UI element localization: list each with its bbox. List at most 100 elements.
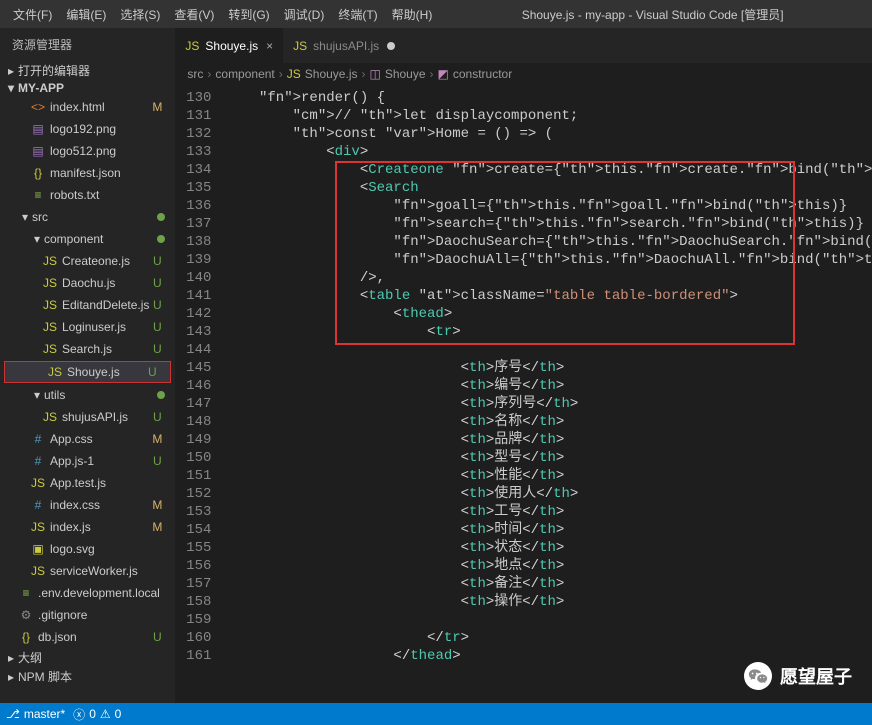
code-line[interactable]: <th>工号</th> xyxy=(225,503,872,521)
code-line[interactable]: "th">const "var">Home = () => ( xyxy=(225,125,872,143)
code-line[interactable]: <th>编号</th> xyxy=(225,377,872,395)
code-line[interactable]: "fn">DaochuSearch={"th">this."fn">Daochu… xyxy=(225,233,872,251)
menu-item[interactable]: 查看(V) xyxy=(167,8,221,22)
folder-item[interactable]: ▾src xyxy=(0,206,175,228)
file-item[interactable]: JSDaochu.jsU xyxy=(0,272,175,294)
file-item[interactable]: ▤logo512.png xyxy=(0,140,175,162)
code-line[interactable]: "fn">DaochuAll={"th">this."fn">DaochuAll… xyxy=(225,251,872,269)
code-line[interactable]: <th>性能</th> xyxy=(225,467,872,485)
line-number: 159 xyxy=(175,611,225,629)
git-status: U xyxy=(149,254,165,268)
code-line[interactable]: <th>地点</th> xyxy=(225,557,872,575)
code-line[interactable]: </tr> xyxy=(225,629,872,647)
code-line[interactable]: <tr> xyxy=(225,323,872,341)
file-item[interactable]: ≡robots.txt xyxy=(0,184,175,206)
section-outline[interactable]: ▸ 大纲 xyxy=(0,648,175,667)
editor-tab[interactable]: JSshujusAPI.js xyxy=(283,28,405,63)
code-editor[interactable]: 130 "fn">render() {131 "cm">// "th">let … xyxy=(175,89,872,665)
breadcrumb-item[interactable]: src xyxy=(187,67,203,81)
code-line[interactable]: <th>使用人</th> xyxy=(225,485,872,503)
menubar: 文件(F)编辑(E)选择(S)查看(V)转到(G)调试(D)终端(T)帮助(H)… xyxy=(0,0,872,28)
line-number: 161 xyxy=(175,647,225,665)
file-item[interactable]: ⚙.gitignore xyxy=(0,604,175,626)
code-line[interactable]: <Createone "fn">create={"th">this."fn">c… xyxy=(225,161,872,179)
code-line[interactable]: "fn">render() { xyxy=(225,89,872,107)
file-item[interactable]: JSApp.test.js xyxy=(0,472,175,494)
code-line[interactable] xyxy=(225,341,872,359)
line-number: 140 xyxy=(175,269,225,287)
file-item[interactable]: #App.cssM xyxy=(0,428,175,450)
menu-item[interactable]: 帮助(H) xyxy=(385,8,440,22)
line-number: 137 xyxy=(175,215,225,233)
breadcrumb-item[interactable]: component xyxy=(215,67,274,81)
git-status: U xyxy=(149,298,165,312)
line-number: 141 xyxy=(175,287,225,305)
breadcrumb-item[interactable]: JSShouye.js xyxy=(287,67,358,81)
wechat-icon xyxy=(744,662,772,690)
file-item[interactable]: JSserviceWorker.js xyxy=(0,560,175,582)
code-line[interactable]: <th>操作</th> xyxy=(225,593,872,611)
menu-item[interactable]: 编辑(E) xyxy=(59,8,113,22)
file-item[interactable]: ▤logo192.png xyxy=(0,118,175,140)
section-label: MY-APP xyxy=(18,81,64,95)
errors-warnings[interactable]: ⓧ0 ⚠0 xyxy=(73,706,121,723)
file-item[interactable]: JSLoginuser.jsU xyxy=(0,316,175,338)
close-icon[interactable]: × xyxy=(266,39,273,53)
code-line[interactable]: <th>型号</th> xyxy=(225,449,872,467)
menu-item[interactable]: 选择(S) xyxy=(113,8,167,22)
git-dot-icon xyxy=(157,391,165,399)
line-number: 156 xyxy=(175,557,225,575)
code-line[interactable]: "cm">// "th">let displaycomponent; xyxy=(225,107,872,125)
file-label: App.css xyxy=(50,432,149,446)
code-line[interactable]: />, xyxy=(225,269,872,287)
code-line[interactable] xyxy=(225,611,872,629)
git-branch[interactable]: ⎇ master* xyxy=(6,707,65,721)
line-number: 160 xyxy=(175,629,225,647)
git-status: M xyxy=(149,520,165,534)
code-line[interactable]: <th>状态</th> xyxy=(225,539,872,557)
js-file-icon: JS xyxy=(47,365,63,379)
menu-item[interactable]: 调试(D) xyxy=(277,8,332,22)
code-line[interactable]: <th>序号</th> xyxy=(225,359,872,377)
code-line[interactable]: <th>品牌</th> xyxy=(225,431,872,449)
file-label: .env.development.local xyxy=(38,586,165,600)
code-line[interactable]: <Search xyxy=(225,179,872,197)
code-line[interactable]: <table "at">className="table table-borde… xyxy=(225,287,872,305)
code-line[interactable]: <th>名称</th> xyxy=(225,413,872,431)
file-item[interactable]: {}manifest.json xyxy=(0,162,175,184)
section-npm[interactable]: ▸ NPM 脚本 xyxy=(0,667,175,686)
folder-item[interactable]: ▾utils xyxy=(0,384,175,406)
code-line[interactable]: "fn">goall={"th">this."fn">goall."fn">bi… xyxy=(225,197,872,215)
file-item[interactable]: #index.cssM xyxy=(0,494,175,516)
file-item[interactable]: ▣logo.svg xyxy=(0,538,175,560)
code-line[interactable]: <th>序列号</th> xyxy=(225,395,872,413)
code-line[interactable]: "fn">search={"th">this."fn">search."fn">… xyxy=(225,215,872,233)
file-item[interactable]: JSSearch.jsU xyxy=(0,338,175,360)
file-item[interactable]: <>index.htmlM xyxy=(0,96,175,118)
code-line[interactable]: <div> xyxy=(225,143,872,161)
file-item[interactable]: JSshujusAPI.jsU xyxy=(0,406,175,428)
breadcrumb-item[interactable]: ◩constructor xyxy=(438,67,513,81)
breadcrumb-item[interactable]: ◫Shouye xyxy=(369,67,425,81)
folder-item[interactable]: ▾component xyxy=(0,228,175,250)
git-dot-icon xyxy=(157,235,165,243)
file-item[interactable]: JSShouye.jsU xyxy=(4,361,171,383)
file-item[interactable]: ≡.env.development.local xyxy=(0,582,175,604)
editor-tab[interactable]: JSShouye.js× xyxy=(175,28,283,63)
chevron-right-icon: ▸ xyxy=(4,670,18,684)
code-line[interactable]: <th>时间</th> xyxy=(225,521,872,539)
file-item[interactable]: {}db.jsonU xyxy=(0,626,175,648)
code-line[interactable]: <th>备注</th> xyxy=(225,575,872,593)
line-number: 153 xyxy=(175,503,225,521)
file-item[interactable]: JSindex.jsM xyxy=(0,516,175,538)
menu-item[interactable]: 文件(F) xyxy=(6,8,59,22)
js-file-icon: JS xyxy=(42,410,58,424)
code-line[interactable]: <thead> xyxy=(225,305,872,323)
section-open-editors[interactable]: ▸ 打开的编辑器 xyxy=(0,61,175,80)
file-item[interactable]: JSEditandDelete.jsU xyxy=(0,294,175,316)
menu-item[interactable]: 转到(G) xyxy=(221,8,276,22)
section-project[interactable]: ▾ MY-APP xyxy=(0,80,175,96)
menu-item[interactable]: 终端(T) xyxy=(331,8,384,22)
file-item[interactable]: JSCreateone.jsU xyxy=(0,250,175,272)
file-item[interactable]: #App.js-1U xyxy=(0,450,175,472)
